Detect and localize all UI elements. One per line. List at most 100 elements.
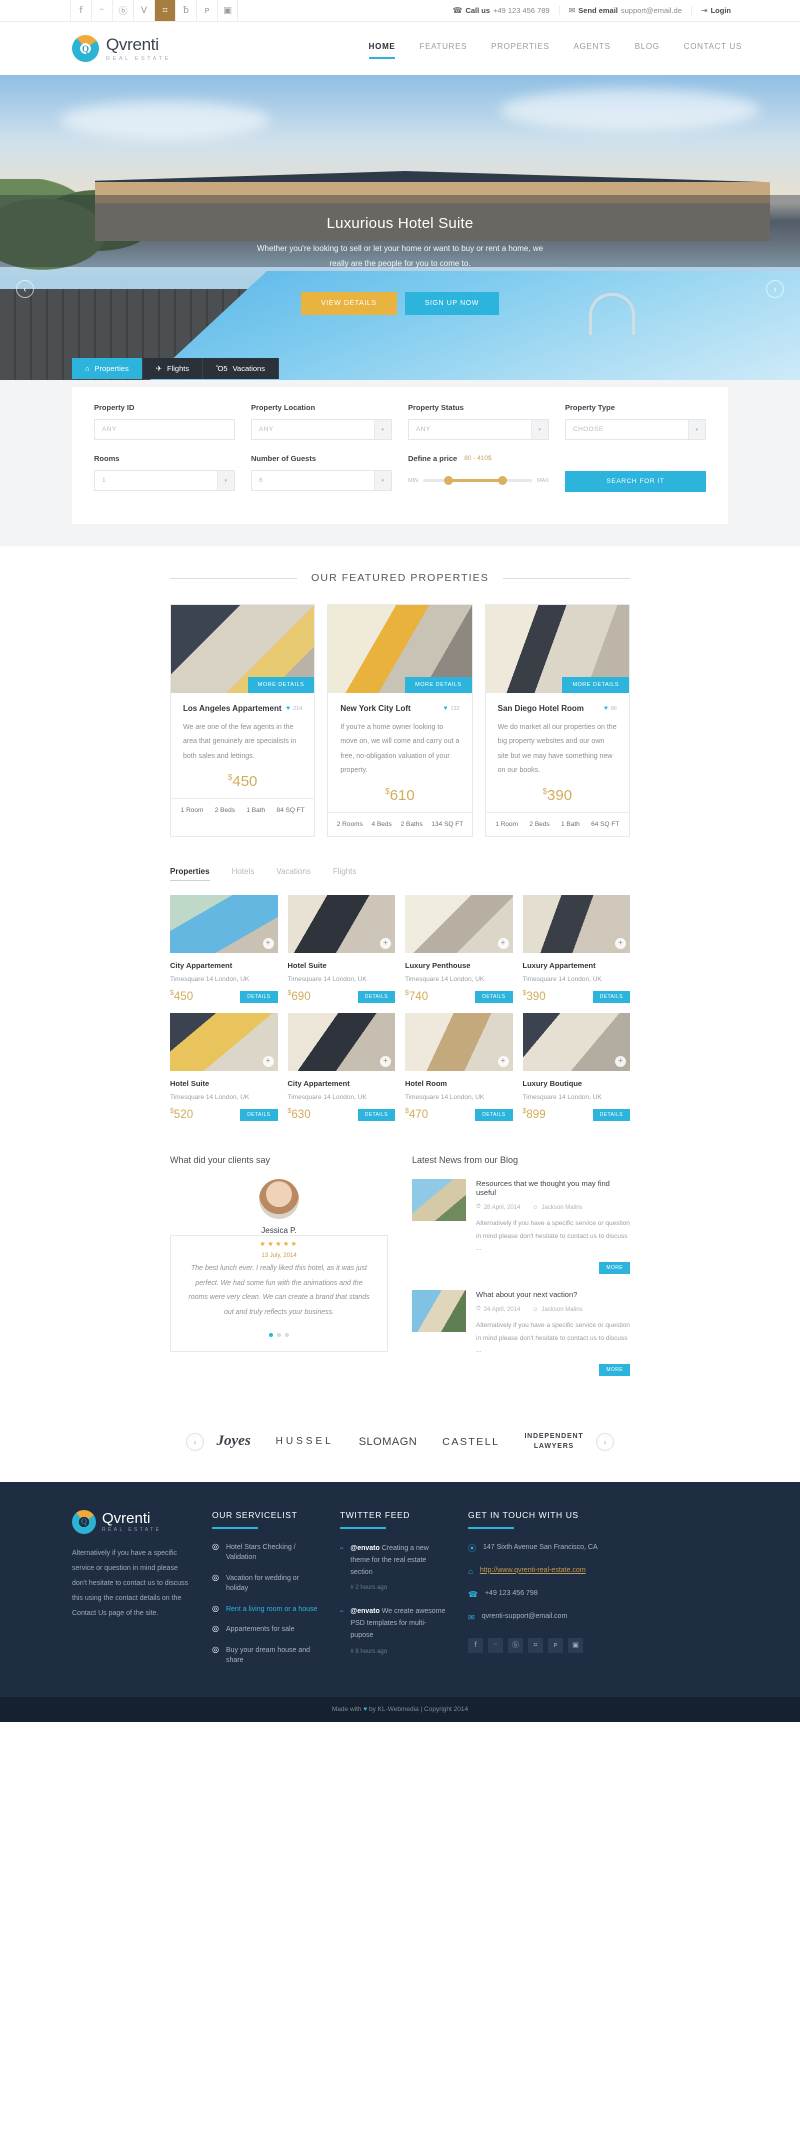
nav-item-features[interactable]: FEATURES [419, 42, 467, 56]
listing-card[interactable]: + City Appartement Timesquare 14 London,… [287, 1013, 395, 1121]
zoom-plus-icon[interactable]: + [380, 938, 391, 950]
vimeo-icon[interactable]: V [133, 0, 154, 21]
details-button[interactable]: DETAILS [475, 990, 513, 1003]
tweet-handle[interactable]: @envato [350, 1545, 379, 1552]
chevron-down-icon[interactable]: ▾ [688, 420, 705, 439]
nav-item-home[interactable]: HOME [368, 42, 396, 59]
blog-post-title[interactable]: What about your next vaction? [476, 1290, 630, 1299]
blog-more-button[interactable]: MORE [599, 1364, 630, 1377]
chevron-down-icon[interactable]: ▾ [374, 420, 391, 439]
nav-item-agents[interactable]: AGENTS [574, 42, 611, 56]
pinterest-icon[interactable]: ᴘ [196, 0, 217, 21]
nav-item-properties[interactable]: PROPERTIES [491, 42, 549, 56]
details-button[interactable]: DETAILS [240, 1108, 278, 1121]
contact-item[interactable]: ⌂ http://www.qvrenti-real-estate.com [468, 1566, 728, 1578]
logo[interactable]: Qvrenti REAL ESTATE [72, 35, 171, 62]
footer-social-icon-1[interactable]: ᵕ [488, 1637, 503, 1653]
details-button[interactable]: DETAILS [357, 1108, 395, 1121]
slider-track[interactable] [423, 476, 533, 485]
pagination-dot[interactable] [285, 1332, 289, 1337]
blog-post-title[interactable]: Resources that we thought you may find u… [476, 1179, 630, 1197]
contact-text[interactable]: http://www.qvrenti-real-estate.com [480, 1566, 586, 1577]
sign-up-now-button[interactable]: SIGN UP NOW [404, 292, 499, 315]
nav-item-blog[interactable]: BLOG [635, 42, 660, 56]
listing-card[interactable]: + City Appartement Timesquare 14 London,… [170, 895, 278, 1003]
featured-card[interactable]: MORE DETAILS New York City Loft ♥ 132 If … [327, 604, 473, 838]
footer-logo[interactable]: Qvrenti REAL ESTATE [72, 1509, 192, 1534]
footer-social-icon-2[interactable]: ⓑ [508, 1637, 523, 1653]
behance-icon[interactable]: ƀ [175, 0, 196, 21]
footer-social-icon-0[interactable]: f [468, 1637, 483, 1653]
phone-item[interactable]: ☎ Call us +49 123 456 789 [444, 6, 559, 15]
blog-post[interactable]: What about your next vaction? ⏱ 24 April… [412, 1290, 630, 1377]
rooms-stepper[interactable]: 1 ▾ [94, 470, 235, 491]
details-button[interactable]: DETAILS [475, 1108, 513, 1121]
website-link[interactable]: http://www.qvrenti-real-estate.com [480, 1567, 586, 1574]
tweet-handle[interactable]: @envato [350, 1608, 379, 1615]
listing-card[interactable]: + Hotel Suite Timesquare 14 London, UK $… [170, 1013, 278, 1121]
more-details-button[interactable]: MORE DETAILS [562, 677, 629, 693]
chevron-down-icon[interactable]: ▾ [217, 471, 234, 490]
like-count[interactable]: ♥ 132 [444, 705, 460, 712]
facebook-icon[interactable]: f [70, 0, 91, 21]
tweet-item[interactable]: ᵕ @envato We create awesome PSD template… [340, 1606, 448, 1657]
featured-card[interactable]: MORE DETAILS San Diego Hotel Room ♥ 86 We… [484, 604, 630, 838]
zoom-plus-icon[interactable]: + [615, 1056, 626, 1068]
listing-card[interactable]: + Hotel Suite Timesquare 14 London, UK $… [287, 895, 395, 1003]
service-item[interactable]: ◎ Buy your dream house and share [212, 1645, 320, 1667]
service-item[interactable]: ◎ Hotel Stars Checking / Validation [212, 1542, 320, 1564]
flickr-icon[interactable]: ▣ [217, 0, 238, 21]
service-item[interactable]: ◎ Rent a living room or a house [212, 1604, 320, 1616]
brand-logo[interactable]: Joyes [217, 1433, 251, 1450]
like-count[interactable]: ♥ 214 [286, 705, 302, 712]
listing-card[interactable]: + Luxury Appartement Timesquare 14 Londo… [522, 895, 630, 1003]
search-tab-vacations[interactable]: Ὄ5 Vacations [203, 358, 279, 379]
guests-stepper[interactable]: 6 ▾ [251, 470, 392, 491]
more-details-button[interactable]: MORE DETAILS [405, 677, 472, 693]
brands-prev-arrow-icon[interactable]: ‹ [186, 1432, 204, 1451]
featured-card[interactable]: MORE DETAILS Los Angeles Appartement ♥ 21… [170, 604, 316, 838]
zoom-plus-icon[interactable]: + [262, 1056, 274, 1068]
blog-more-button[interactable]: MORE [599, 1262, 630, 1275]
listing-tab-properties[interactable]: Properties [170, 867, 210, 882]
like-count[interactable]: ♥ 86 [604, 705, 617, 712]
footer-social-icon-4[interactable]: ᴘ [548, 1637, 563, 1653]
details-button[interactable]: DETAILS [357, 990, 395, 1003]
blog-post[interactable]: Resources that we thought you may find u… [412, 1179, 630, 1275]
login-item[interactable]: ⇥ Login [690, 6, 740, 15]
brand-logo[interactable]: INDEPENDENT LAWYERS [524, 1432, 583, 1452]
property-id-input[interactable]: ANY [94, 419, 235, 440]
more-details-button[interactable]: MORE DETAILS [247, 677, 315, 693]
brands-next-arrow-icon[interactable]: › [596, 1432, 614, 1451]
zoom-plus-icon[interactable]: + [615, 938, 626, 950]
slider-knob-max[interactable] [498, 476, 508, 485]
view-details-button[interactable]: VIEW DETAILS [300, 292, 397, 315]
zoom-plus-icon[interactable]: + [497, 938, 509, 950]
slider-knob-min[interactable] [443, 476, 453, 485]
tweet-item[interactable]: ᵕ @envato Creating a new theme for the r… [340, 1543, 448, 1594]
search-tab-flights[interactable]: ✈ Flights [142, 358, 204, 379]
listing-tab-flights[interactable]: Flights [333, 867, 357, 881]
footer-social-icon-3[interactable]: ⌗ [528, 1637, 543, 1653]
listing-tab-hotels[interactable]: Hotels [232, 867, 255, 881]
listing-card[interactable]: + Hotel Room Timesquare 14 London, UK $4… [405, 1013, 513, 1121]
property-location-select[interactable]: ANY ▾ [251, 419, 392, 440]
pagination-dot[interactable] [277, 1332, 281, 1337]
search-tab-properties[interactable]: ⌂ Properties [72, 358, 143, 379]
details-button[interactable]: DETAILS [592, 990, 630, 1003]
footer-social-icon-5[interactable]: ▣ [568, 1637, 583, 1653]
twitter-icon[interactable]: ᵕ [91, 0, 112, 21]
brand-logo[interactable]: SLOMAGN [359, 1436, 418, 1448]
pagination-dot[interactable] [269, 1332, 273, 1337]
hero-next-arrow-icon[interactable]: › [766, 280, 784, 298]
price-slider[interactable]: MIN MAX [408, 470, 549, 491]
property-status-select[interactable]: ANY ▾ [408, 419, 549, 440]
service-item[interactable]: ◎ Vacation for wedding or holiday [212, 1573, 320, 1595]
hero-prev-arrow-icon[interactable]: ‹ [16, 280, 34, 298]
brand-logo[interactable]: CASTELL [442, 1436, 499, 1448]
dribbble-icon[interactable]: ⓑ [112, 0, 133, 21]
email-item[interactable]: ✉ Send email support@email.de [558, 6, 691, 15]
chevron-down-icon[interactable]: ▾ [374, 471, 391, 490]
zoom-plus-icon[interactable]: + [380, 1056, 391, 1068]
listing-card[interactable]: + Luxury Penthouse Timesquare 14 London,… [405, 895, 513, 1003]
